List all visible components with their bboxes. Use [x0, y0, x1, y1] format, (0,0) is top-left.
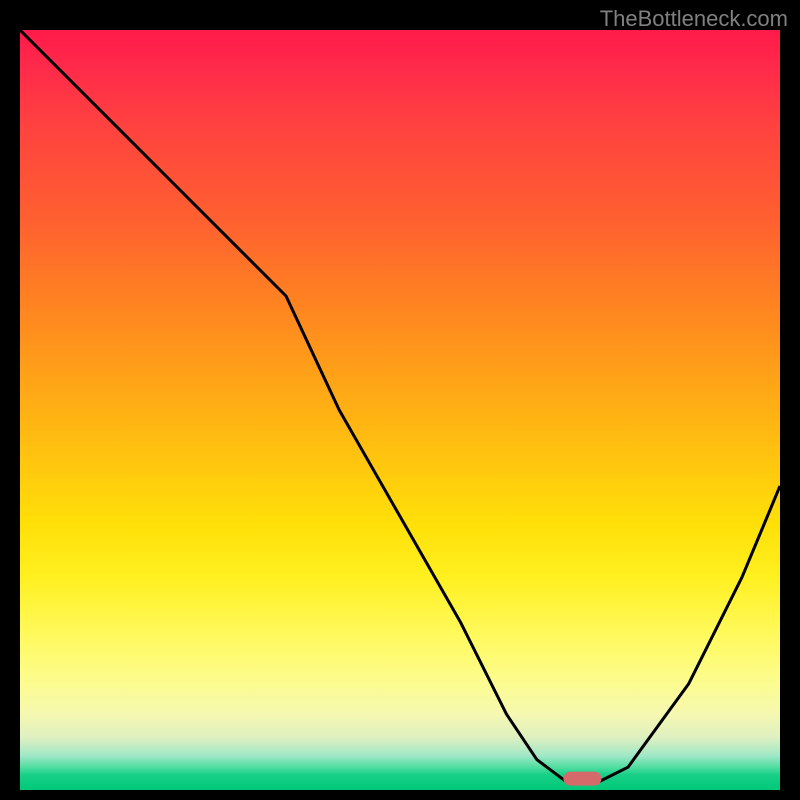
chart-plot-area [20, 30, 780, 790]
chart-frame [20, 30, 780, 790]
bottleneck-curve-line [20, 30, 780, 782]
chart-svg [20, 30, 780, 790]
optimal-marker [563, 772, 601, 786]
watermark-text: TheBottleneck.com [600, 6, 788, 32]
